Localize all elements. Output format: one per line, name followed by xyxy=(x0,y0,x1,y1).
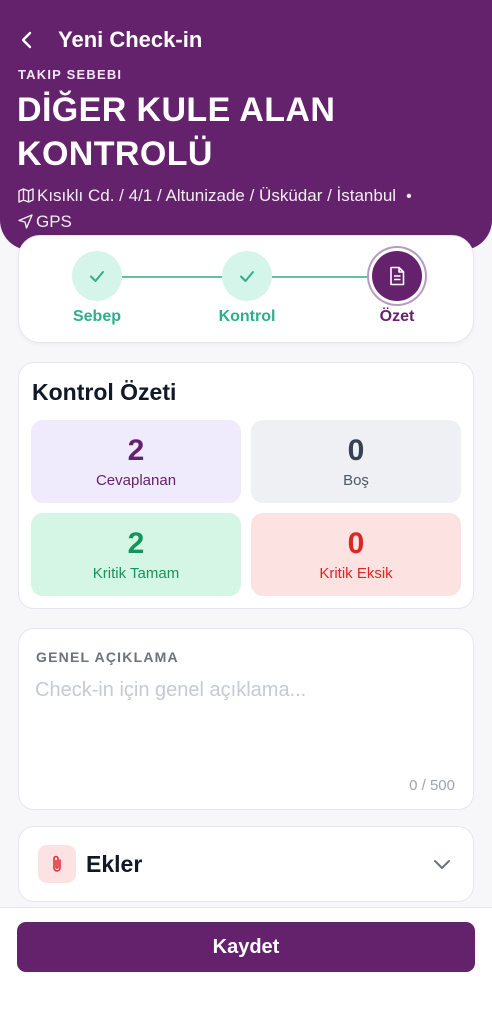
address-text: Kısıklı Cd. / 4/1 / Altunizade / Üsküdar… xyxy=(37,186,397,205)
stat-empty: 0 Boş xyxy=(251,420,461,503)
stat-label: Kritik Eksik xyxy=(319,565,393,582)
check-icon xyxy=(240,271,254,282)
attachments-title: Ekler xyxy=(86,851,143,877)
stat-label: Kritik Tamam xyxy=(92,565,180,582)
top-bar: Yeni Check-in xyxy=(20,24,202,56)
description-label: GENEL AÇIKLAMA xyxy=(36,649,179,665)
summary-title: Kontrol Özeti xyxy=(32,379,177,405)
save-button[interactable]: Kaydet xyxy=(17,922,475,972)
description-input[interactable] xyxy=(35,679,455,769)
reason-label: TAKIP SEBEBI xyxy=(18,67,123,82)
check-icon xyxy=(90,271,104,282)
page-title: Yeni Check-in xyxy=(58,27,203,52)
step-label-ozet: Özet xyxy=(379,308,415,325)
attachment-icon-box xyxy=(38,845,76,883)
step-connector xyxy=(272,276,374,278)
header: Yeni Check-in TAKIP SEBEBI DİĞER KULE AL… xyxy=(0,0,492,250)
stat-value: 0 xyxy=(347,434,365,467)
map-icon xyxy=(18,186,34,210)
paperclip-icon xyxy=(53,855,61,872)
stat-value: 2 xyxy=(127,434,145,467)
bottom-action-bar: Kaydet xyxy=(0,907,492,1024)
chevron-down-icon[interactable] xyxy=(431,853,453,875)
step-connector xyxy=(122,276,224,278)
stat-answered: 2 Cevaplanan xyxy=(31,420,241,503)
back-arrow-icon[interactable] xyxy=(20,28,40,52)
step-label-sebep: Sebep xyxy=(72,308,121,325)
document-icon xyxy=(390,266,405,286)
reason-title: DİĞER KULE ALAN KONTROLÜ xyxy=(17,91,336,173)
char-counter: 0 / 500 xyxy=(409,777,455,794)
step-sebep[interactable] xyxy=(72,251,122,301)
general-description-card: GENEL AÇIKLAMA 0 / 500 xyxy=(18,628,474,810)
stat-critical-ok: 2 Kritik Tamam xyxy=(31,513,241,596)
step-kontrol[interactable] xyxy=(222,251,272,301)
stat-label: Cevaplanan xyxy=(95,472,177,489)
address-line: Kısıklı Cd. / 4/1 / Altunizade / Üsküdar… xyxy=(18,184,468,236)
step-ozet[interactable] xyxy=(372,251,422,301)
navigation-arrow-icon xyxy=(18,212,33,236)
control-summary-card: Kontrol Özeti 2 Cevaplanan 0 Boş 2 Kriti… xyxy=(18,362,474,609)
stat-value: 2 xyxy=(127,527,145,560)
step-label-kontrol: Kontrol xyxy=(218,308,276,325)
location-source: GPS xyxy=(36,212,72,231)
stat-label: Boş xyxy=(343,472,369,489)
stat-critical-missing: 0 Kritik Eksik xyxy=(251,513,461,596)
attachments-accordion[interactable]: Ekler xyxy=(18,826,474,902)
stat-value: 0 xyxy=(347,527,365,560)
stepper: Sebep Kontrol Özet xyxy=(18,235,474,343)
separator-dot: • xyxy=(406,188,412,205)
